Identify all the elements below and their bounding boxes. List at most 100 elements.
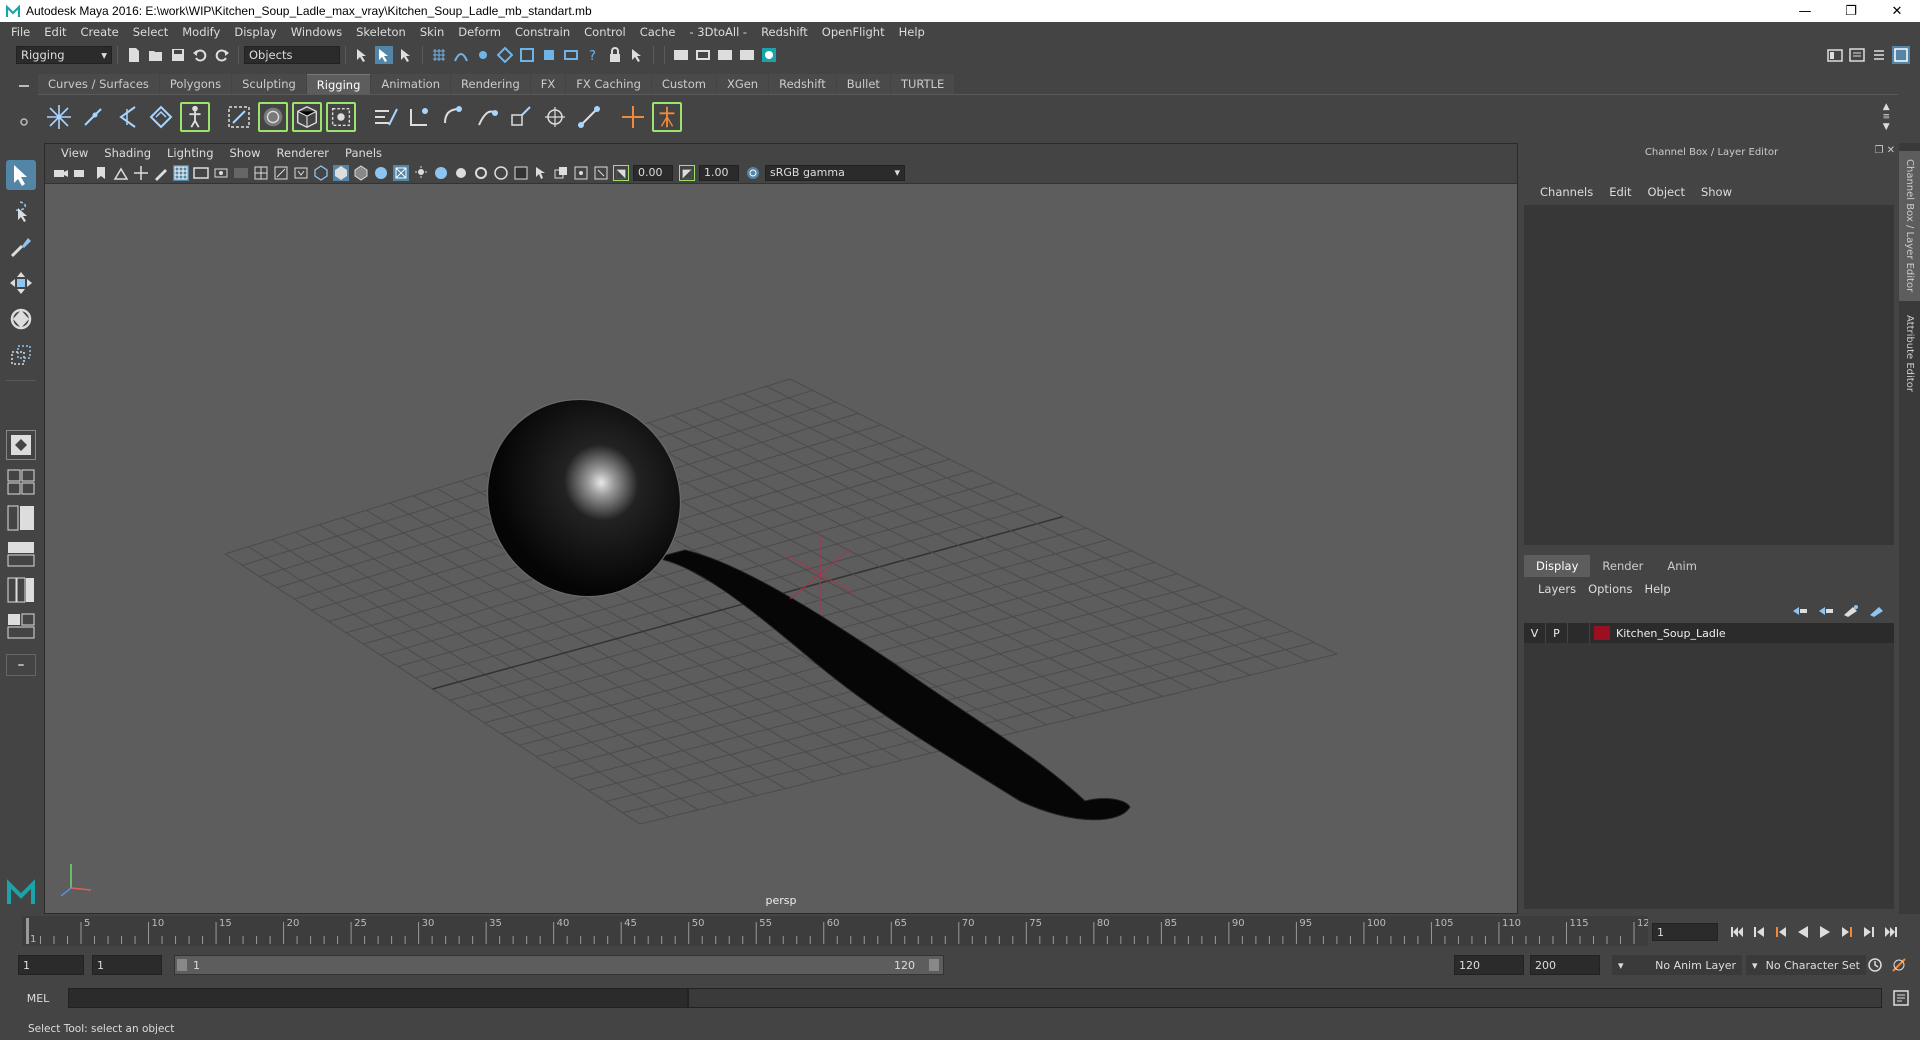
- hik-character-icon[interactable]: [652, 101, 682, 132]
- help-icon[interactable]: ?: [584, 46, 602, 64]
- select-tool-icon[interactable]: [6, 160, 36, 190]
- paint-weights-icon[interactable]: [370, 102, 400, 132]
- wireframe-icon[interactable]: [313, 164, 329, 181]
- menu-edit[interactable]: Edit: [37, 25, 73, 39]
- channel-list[interactable]: [1524, 205, 1894, 545]
- depth-of-field-icon[interactable]: [493, 165, 509, 181]
- channel-menu-object[interactable]: Object: [1640, 185, 1693, 199]
- safe-action-icon[interactable]: [273, 165, 289, 181]
- field-chart-icon[interactable]: [253, 165, 269, 181]
- film-gate-icon[interactable]: [193, 165, 209, 181]
- shelf-tab-xgen[interactable]: XGen: [716, 74, 769, 94]
- wireframe-on-shaded-icon[interactable]: [353, 164, 369, 181]
- time-slider[interactable]: 1 5 10 15 20 25 30 35 40 45 50 55 60 65 70 75 80 85 90 95 10…: [22, 916, 1656, 946]
- history-icon[interactable]: [562, 46, 580, 64]
- menu-modify[interactable]: Modify: [175, 25, 227, 39]
- save-scene-icon[interactable]: [169, 46, 187, 64]
- snap-curve-icon[interactable]: [452, 46, 470, 64]
- pole-vector-constraint-icon[interactable]: [540, 102, 570, 132]
- color-management-icon[interactable]: [745, 165, 761, 181]
- safe-title-icon[interactable]: [293, 165, 309, 181]
- scale-tool-icon[interactable]: [6, 340, 36, 370]
- shelf-tab-sculpting[interactable]: Sculpting: [232, 74, 306, 94]
- layer-name[interactable]: Kitchen_Soup_Ladle: [1616, 627, 1726, 640]
- move-layer-up-icon[interactable]: [1789, 603, 1809, 619]
- orient-constraint-icon[interactable]: [472, 102, 502, 132]
- layer-menu-layers[interactable]: Layers: [1532, 582, 1582, 596]
- gate-mask-icon[interactable]: [233, 165, 249, 181]
- select-by-component-icon[interactable]: [397, 46, 415, 64]
- select-tool-lock-icon[interactable]: [628, 46, 646, 64]
- anim-layer-dropdown[interactable]: ▾ No Anim Layer: [1612, 955, 1742, 975]
- minimize-button[interactable]: —: [1782, 0, 1828, 22]
- animation-preferences-icon[interactable]: [1890, 956, 1908, 977]
- make-live-icon[interactable]: [540, 46, 558, 64]
- view-transform-dropdown[interactable]: sRGB gamma ▾: [765, 164, 905, 181]
- bookmark-icon[interactable]: [93, 165, 109, 181]
- outliner-layout-icon[interactable]: [6, 612, 36, 640]
- viewport-menu-lighting[interactable]: Lighting: [159, 146, 221, 160]
- step-forward-key-icon[interactable]: [1836, 922, 1858, 942]
- locator-icon[interactable]: [618, 102, 648, 132]
- menu-openflight[interactable]: OpenFlight: [815, 25, 892, 39]
- shelf-tab-turtle[interactable]: TURTLE: [890, 74, 955, 94]
- joint-tool-icon[interactable]: [44, 102, 74, 132]
- xray-components-icon[interactable]: [573, 165, 589, 181]
- lock-icon[interactable]: [606, 46, 624, 64]
- selection-mode-dropdown[interactable]: Objects: [244, 46, 340, 64]
- tool-settings-toggle-icon[interactable]: [1870, 46, 1888, 64]
- side-tab-channel-box[interactable]: Channel Box / Layer Editor: [1899, 151, 1920, 301]
- parent-constraint-icon[interactable]: [574, 102, 604, 132]
- persp-graph-layout-icon[interactable]: [6, 540, 36, 568]
- shelf-tab-rendering[interactable]: Rendering: [451, 74, 530, 94]
- use-all-lights-icon[interactable]: [393, 164, 409, 181]
- ipr-render-icon[interactable]: [716, 46, 734, 64]
- menu-file[interactable]: File: [4, 25, 37, 39]
- camera-select-icon[interactable]: [53, 165, 69, 181]
- motion-blur-icon[interactable]: [453, 165, 469, 181]
- script-editor-icon[interactable]: [1892, 989, 1910, 1010]
- auto-key-icon[interactable]: [1866, 956, 1884, 977]
- menu-control[interactable]: Control: [577, 25, 633, 39]
- animation-start-field[interactable]: 1: [18, 955, 84, 975]
- viewport-canvas[interactable]: persp: [45, 184, 1517, 913]
- menu-3dtoall[interactable]: - 3DtoAll -: [682, 25, 754, 39]
- channel-box-toggle-icon[interactable]: [1892, 46, 1910, 64]
- menu-skeleton[interactable]: Skeleton: [349, 25, 413, 39]
- rigid-bind-icon[interactable]: [258, 101, 288, 132]
- layer-playback-toggle[interactable]: P: [1546, 623, 1568, 643]
- snap-view-plane-icon[interactable]: [496, 46, 514, 64]
- attribute-editor-toggle-icon[interactable]: [1848, 46, 1866, 64]
- smooth-shade-icon[interactable]: [333, 164, 349, 181]
- multisample-aa-icon[interactable]: [473, 165, 489, 181]
- shelf-handle[interactable]: [18, 76, 30, 136]
- playback-start-field[interactable]: 1: [92, 955, 162, 975]
- shelf-tab-rigging[interactable]: Rigging: [306, 74, 371, 94]
- move-tool-icon[interactable]: [6, 268, 36, 298]
- shadows-icon[interactable]: [413, 165, 429, 181]
- menu-skin[interactable]: Skin: [413, 25, 451, 39]
- cluster-icon[interactable]: [326, 101, 356, 132]
- shelf-tab-bullet[interactable]: Bullet: [836, 74, 890, 94]
- menu-constrain[interactable]: Constrain: [508, 25, 577, 39]
- range-start-handle[interactable]: [177, 959, 187, 971]
- exposure-icon[interactable]: [613, 164, 629, 181]
- animation-end-field[interactable]: 200: [1530, 955, 1600, 975]
- shelf-tab-custom[interactable]: Custom: [651, 74, 716, 94]
- layer-tab-render[interactable]: Render: [1590, 555, 1655, 577]
- isolate-select-icon[interactable]: [513, 165, 529, 181]
- step-forward-icon[interactable]: [1858, 922, 1880, 942]
- snap-grid-icon[interactable]: [430, 46, 448, 64]
- channel-menu-show[interactable]: Show: [1693, 185, 1740, 199]
- close-button[interactable]: ✕: [1874, 0, 1920, 22]
- viewport-menu-show[interactable]: Show: [222, 146, 269, 160]
- shelf-tab-curves-surfaces[interactable]: Curves / Surfaces: [38, 74, 159, 94]
- scale-constraint-icon[interactable]: [506, 102, 536, 132]
- go-to-start-icon[interactable]: [1726, 922, 1748, 942]
- layer-row[interactable]: V P Kitchen_Soup_Ladle: [1524, 623, 1894, 643]
- redo-icon[interactable]: [213, 46, 231, 64]
- persp-outliner-layout-icon[interactable]: [6, 504, 36, 532]
- channel-menu-edit[interactable]: Edit: [1601, 185, 1639, 199]
- channel-menu-channels[interactable]: Channels: [1532, 185, 1601, 199]
- step-back-key-icon[interactable]: [1770, 922, 1792, 942]
